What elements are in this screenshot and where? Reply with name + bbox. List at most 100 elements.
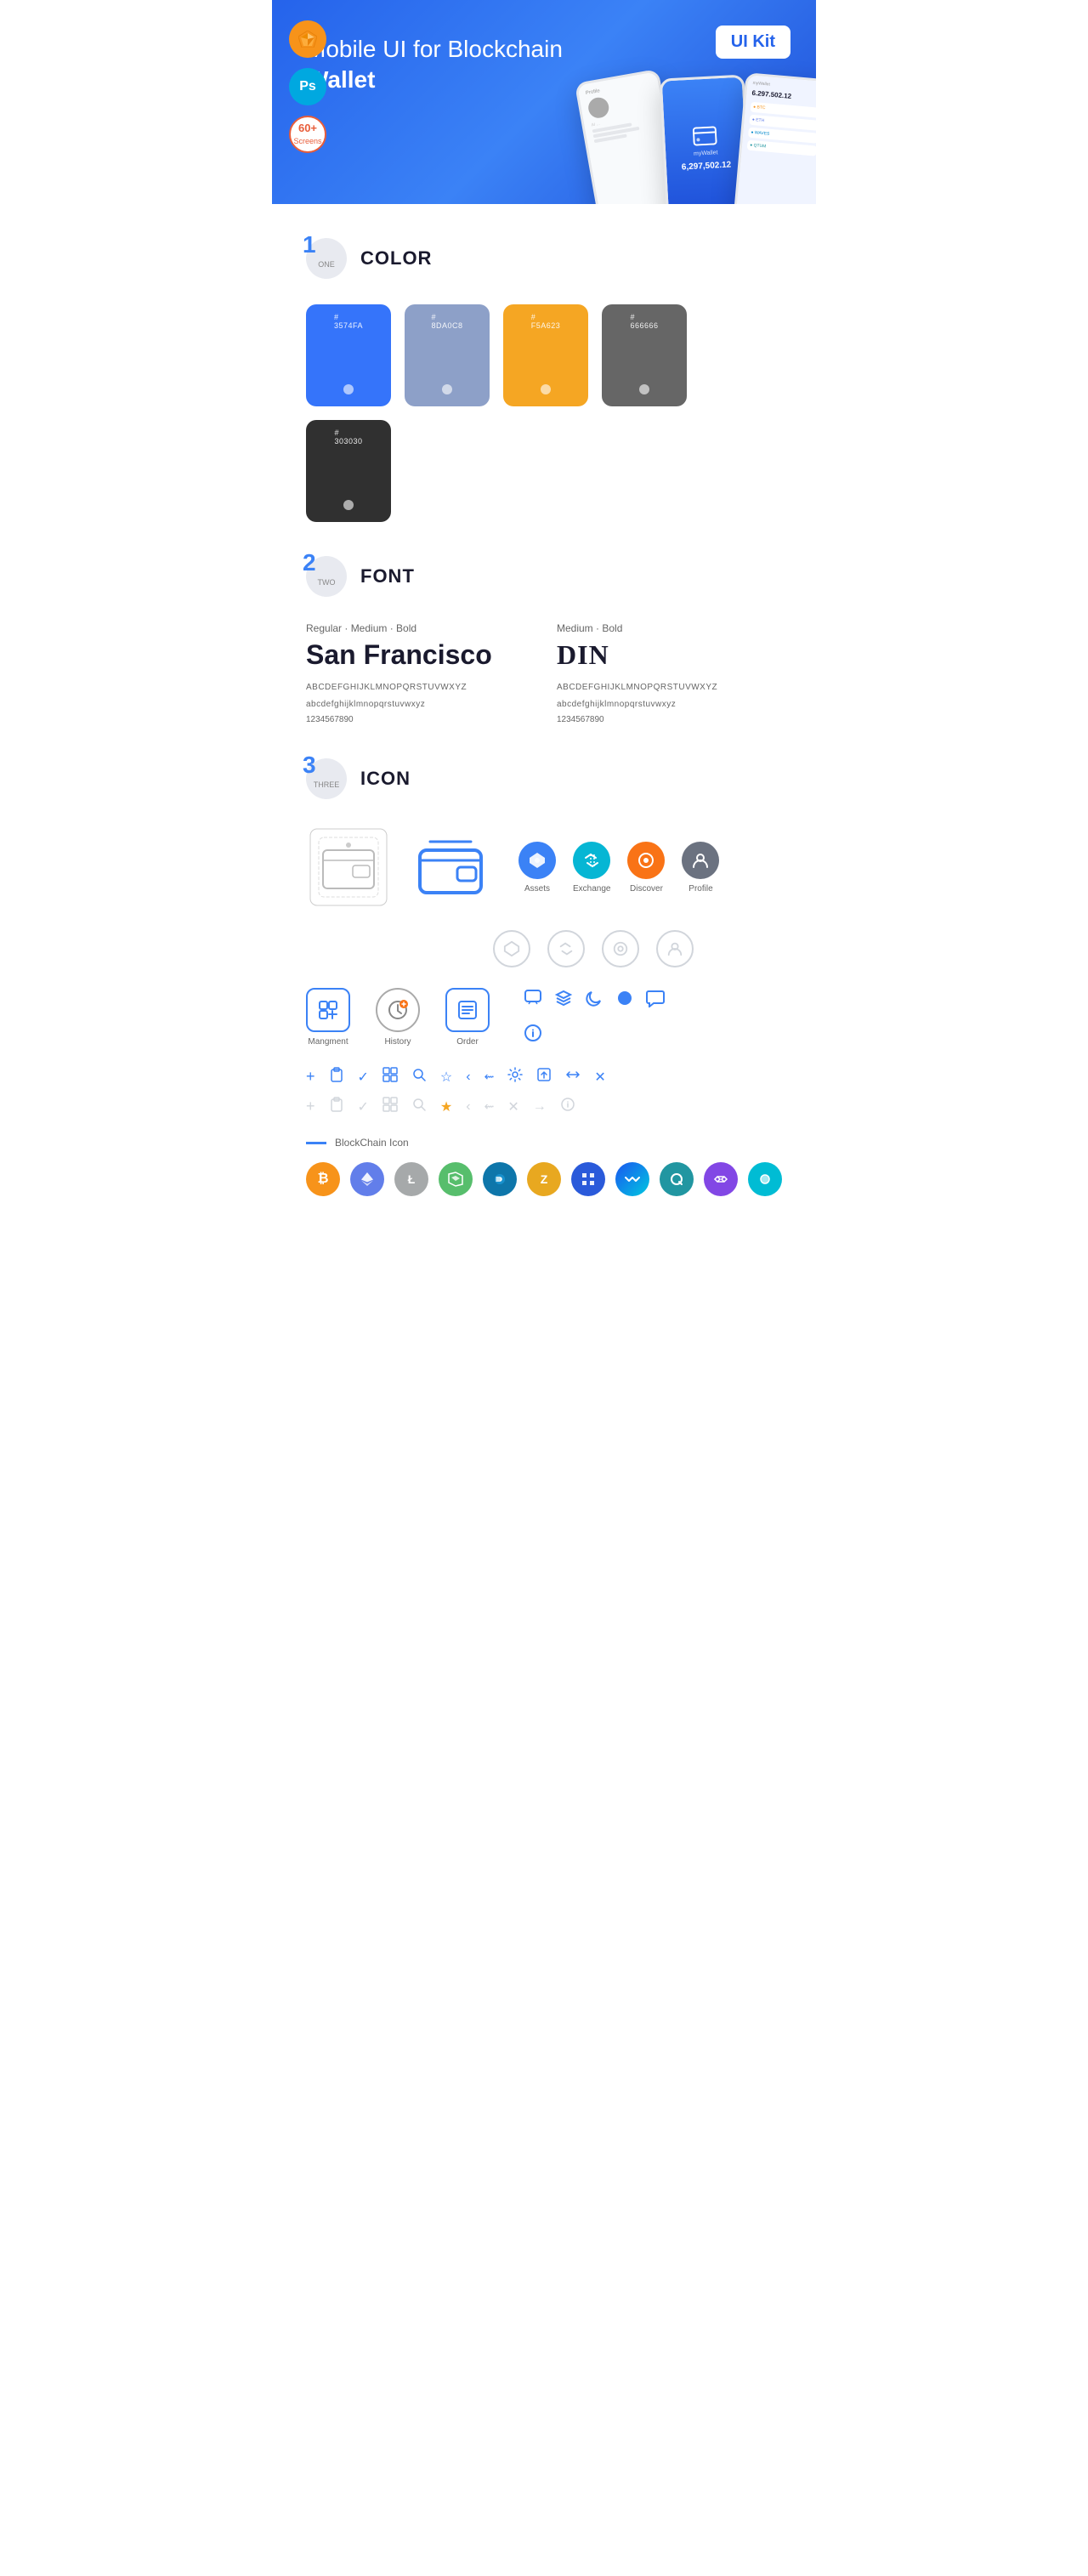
crypto-icons-row: ₿ Ł Z (306, 1162, 782, 1196)
font-din-numbers: 1234567890 (557, 715, 782, 724)
section-number-2: 2 TWO (306, 556, 347, 597)
star-filled-icon: ★ (440, 1098, 452, 1115)
assets-icon (518, 842, 556, 879)
discover-icon (627, 842, 665, 879)
discover-outline-icon (602, 930, 639, 967)
font-sf-numbers: 1234567890 (306, 715, 531, 724)
dash-icon (483, 1162, 517, 1196)
search-icon (411, 1067, 427, 1087)
exchange-outline-icon (547, 930, 585, 967)
history-icon (376, 988, 420, 1032)
font-sf-name: San Francisco (306, 639, 531, 671)
icon-discover: Discover (627, 842, 665, 894)
check-gray-icon: ✓ (358, 1098, 369, 1115)
arrow-right-gray-icon: → (533, 1099, 547, 1115)
upload-icon (536, 1067, 552, 1087)
chevron-left-gray-icon: ‹ (466, 1099, 470, 1115)
order-icon-item: Order (445, 988, 490, 1047)
assets-outline-icon (493, 930, 530, 967)
neo-icon (439, 1162, 473, 1196)
swatch-dark: #303030 (306, 420, 391, 522)
skycoin-icon (748, 1162, 782, 1196)
wallet-wireframe (306, 825, 391, 910)
color-swatches: #3574FA #8DA0C8 #F5A623 #666666 #303030 (306, 304, 782, 522)
blockchain-line-decoration (306, 1142, 326, 1144)
swatch-orange: #F5A623 (503, 304, 588, 406)
phone-mockups: Profile AI ... myWallet 6,297,502.12 (578, 77, 816, 204)
swatch-gray: #666666 (602, 304, 687, 406)
icon-profile: Profile (682, 842, 719, 894)
bitcoin-icon: ₿ (306, 1162, 340, 1196)
circle-icon (615, 989, 634, 1012)
grid-icon (382, 1067, 398, 1087)
font-sf-upper: ABCDEFGHIJKLMNOPQRSTUVWXYZ (306, 681, 531, 695)
color-section-header: 1 ONE COLOR (306, 238, 782, 279)
star-icon: ☆ (440, 1069, 452, 1086)
settings-icon (507, 1067, 523, 1087)
management-icon-item: Mangment (306, 988, 350, 1047)
font-din-name: DIN (557, 639, 782, 671)
litecoin-icon: Ł (394, 1162, 428, 1196)
info-icon (524, 1024, 542, 1047)
waves-icon (615, 1162, 649, 1196)
search-gray-icon (411, 1097, 427, 1116)
gridcoin-icon (571, 1162, 605, 1196)
misc-icons (524, 988, 694, 1047)
close-icon: ✕ (594, 1069, 605, 1086)
icon-title: ICON (360, 768, 411, 790)
font-sf-style: Regular · Medium · Bold (306, 622, 531, 634)
nav-icons-outline-row (493, 930, 782, 967)
font-section-header: 2 TWO FONT (306, 556, 782, 597)
font-din-style: Medium · Bold (557, 622, 782, 634)
font-din-lower: abcdefghijklmnopqrstuvwxyz (557, 698, 782, 712)
color-title: COLOR (360, 247, 432, 270)
profile-outline-icon (656, 930, 694, 967)
sketch-badge (289, 20, 326, 58)
hero-section: Mobile UI for Blockchain Wallet UI Kit P… (272, 0, 816, 204)
icon-assets: Assets (518, 842, 556, 894)
blockchain-label: BlockChain Icon (306, 1137, 782, 1149)
font-title: FONT (360, 565, 415, 587)
font-din: Medium · Bold DIN ABCDEFGHIJKLMNOPQRSTUV… (557, 622, 782, 724)
history-icon-item: History (376, 988, 420, 1047)
info-gray-icon (560, 1097, 575, 1116)
ethereum-icon (350, 1162, 384, 1196)
nav-icons-row: Assets Exchange Discover Profile (518, 842, 719, 894)
check-icon: ✓ (358, 1069, 369, 1086)
screens-badge: 60+Screens (289, 116, 326, 153)
profile-icon (682, 842, 719, 879)
qtum-icon (660, 1162, 694, 1196)
app-icons-row: Mangment History Order (306, 988, 782, 1047)
share-icon: ⇜ (484, 1070, 495, 1084)
section-number-3: 3 THREE (306, 758, 347, 799)
chat-bubble-icon (646, 989, 665, 1012)
grid-gray-icon (382, 1097, 398, 1116)
plus-icon: + (306, 1068, 315, 1086)
font-grid: Regular · Medium · Bold San Francisco AB… (306, 622, 782, 724)
wallet-filled (408, 825, 493, 910)
font-sf-lower: abcdefghijklmnopqrstuvwxyz (306, 698, 531, 712)
clipboard-icon (329, 1067, 344, 1087)
phone-mockup-3: myWallet+ 6.297.502.12 ● BTC ● ETH ● WAV… (734, 72, 816, 204)
font-din-upper: ABCDEFGHIJKLMNOPQRSTUVWXYZ (557, 681, 782, 695)
ps-badge: Ps (289, 68, 326, 105)
font-sf: Regular · Medium · Bold San Francisco AB… (306, 622, 531, 724)
main-content: 1 ONE COLOR #3574FA #8DA0C8 #F5A623 #666… (272, 238, 816, 1196)
close-gray-icon: ✕ (507, 1098, 518, 1115)
exchange-icon (573, 842, 610, 879)
hero-badges: Ps 60+Screens (289, 20, 326, 153)
chevron-left-icon: ‹ (466, 1070, 470, 1085)
order-icon (445, 988, 490, 1032)
tool-icons-gray-row: + ✓ ★ ‹ ⇜ ✕ → (306, 1097, 782, 1116)
layers-icon (554, 988, 573, 1012)
chat-icon (524, 988, 542, 1012)
hero-title-text: Mobile UI for Blockchain (306, 36, 563, 62)
plus-gray-icon: + (306, 1098, 315, 1115)
zcash-icon: Z (527, 1162, 561, 1196)
swatch-blue: #3574FA (306, 304, 391, 406)
tool-icons-blue-row: + ✓ ☆ ‹ ⇜ ✕ (306, 1067, 782, 1087)
management-icon (306, 988, 350, 1032)
ui-kit-badge: UI Kit (716, 26, 790, 59)
polygon-icon (704, 1162, 738, 1196)
share-gray-icon: ⇜ (484, 1099, 495, 1114)
